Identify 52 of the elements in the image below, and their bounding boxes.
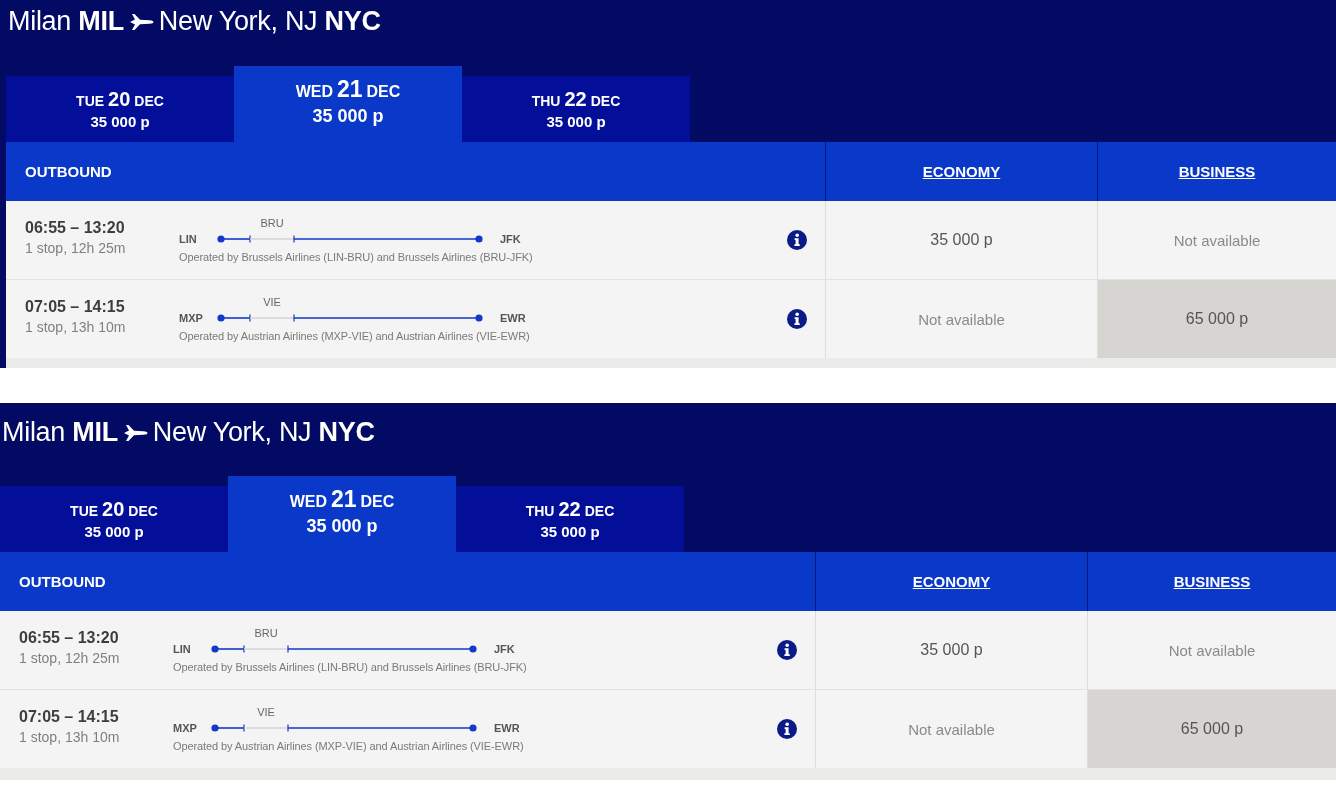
flight-times: 06:55 – 13:20 bbox=[25, 218, 125, 237]
plane-icon bbox=[128, 11, 154, 33]
flight-times: 07:05 – 14:15 bbox=[25, 297, 125, 316]
date-tab[interactable]: WED 21 DEC 35 000 p bbox=[228, 476, 456, 552]
flight-times: 06:55 – 13:20 bbox=[19, 628, 119, 647]
date-tab[interactable]: TUE 20 DEC 35 000 p bbox=[0, 486, 228, 552]
airport-code: MXP bbox=[179, 312, 204, 324]
airport-code: EWR bbox=[500, 312, 526, 324]
outbound-heading: OUTBOUND bbox=[19, 573, 106, 590]
flight-summary: 1 stop, 12h 25m bbox=[19, 649, 120, 666]
route-destination: New York, NJ NYC bbox=[152, 416, 375, 449]
info-icon[interactable] bbox=[787, 309, 807, 329]
info-icon[interactable] bbox=[787, 230, 807, 250]
fare-class-link[interactable]: ECONOMY bbox=[922, 163, 1001, 180]
route-origin: Milan MIL bbox=[8, 5, 124, 38]
date-tab[interactable]: TUE 20 DEC 35 000 p bbox=[6, 76, 234, 142]
operator-note: Operated by Austrian Airlines (MXP-VIE) and Austrian Airlines (VIE-EWR) bbox=[173, 740, 524, 752]
plane-icon bbox=[122, 422, 148, 444]
route-destination: New York, NJ NYC bbox=[158, 5, 381, 38]
fare-price-cell[interactable]: 65 000 p bbox=[1097, 280, 1336, 358]
operator-note: Operated by Austrian Airlines (MXP-VIE) and Austrian Airlines (VIE-EWR) bbox=[179, 330, 530, 342]
airport-code: EWR bbox=[494, 722, 520, 734]
date-tab[interactable]: THU 22 DEC 35 000 p bbox=[462, 76, 690, 142]
operator-note: Operated by Brussels Airlines (LIN-BRU) and Brussels Airlines (BRU-JFK) bbox=[179, 251, 533, 263]
stopover-code: VIE bbox=[263, 296, 281, 308]
date-tab[interactable]: WED 21 DEC 35 000 p bbox=[234, 66, 462, 142]
airport-code: MXP bbox=[173, 722, 198, 734]
airport-code: LIN bbox=[173, 643, 192, 655]
fare-class-link[interactable]: ECONOMY bbox=[912, 573, 991, 590]
stopover-code: VIE bbox=[257, 706, 275, 718]
flight-summary: 1 stop, 13h 10m bbox=[19, 728, 120, 745]
airport-code: JFK bbox=[500, 233, 521, 245]
operator-note: Operated by Brussels Airlines (LIN-BRU) and Brussels Airlines (BRU-JFK) bbox=[173, 661, 527, 673]
flight-times: 07:05 – 14:15 bbox=[19, 707, 119, 726]
stopover-code: BRU bbox=[260, 217, 284, 229]
flight-summary: 1 stop, 12h 25m bbox=[25, 239, 126, 256]
date-tab[interactable]: THU 22 DEC 35 000 p bbox=[456, 486, 684, 552]
fare-class-link[interactable]: BUSINESS bbox=[1178, 163, 1256, 180]
fare-class-link[interactable]: BUSINESS bbox=[1173, 573, 1251, 590]
route-timeline-icon bbox=[217, 313, 483, 323]
stopover-code: BRU bbox=[254, 627, 278, 639]
airport-code: JFK bbox=[494, 643, 515, 655]
route-timeline-icon bbox=[211, 644, 477, 654]
route-timeline-icon bbox=[211, 723, 477, 733]
airport-code: LIN bbox=[179, 233, 198, 245]
info-icon[interactable] bbox=[777, 640, 797, 660]
fare-price-cell[interactable]: 65 000 p bbox=[1087, 690, 1336, 768]
flight-summary: 1 stop, 13h 10m bbox=[25, 318, 126, 335]
info-icon[interactable] bbox=[777, 719, 797, 739]
route-timeline-icon bbox=[217, 234, 483, 244]
outbound-heading: OUTBOUND bbox=[25, 163, 112, 180]
route-origin: Milan MIL bbox=[2, 416, 118, 449]
